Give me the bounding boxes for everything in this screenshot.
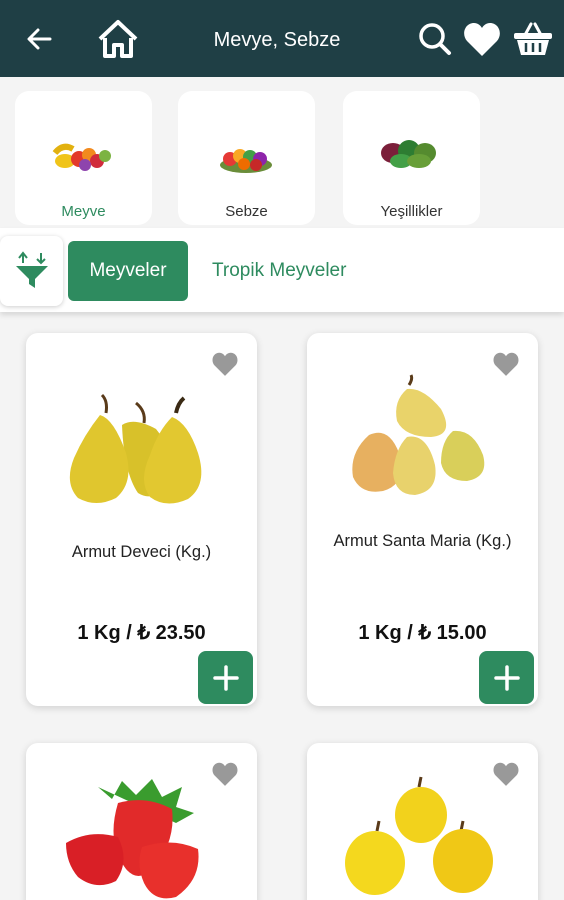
back-arrow-icon	[27, 28, 52, 49]
fruit-icon	[52, 143, 111, 171]
subcategory-tabs: Meyveler Tropik Meyveler	[0, 228, 564, 312]
plus-icon	[212, 664, 239, 691]
product-price: 1 Kg / ₺ 15.00	[358, 622, 487, 644]
search-button[interactable]	[416, 0, 454, 77]
tab-tropik-meyveler[interactable]: Tropik Meyveler	[212, 241, 346, 301]
basket-icon	[514, 22, 552, 55]
favorites-button[interactable]	[460, 0, 504, 77]
category-label: Yeşillikler	[380, 203, 443, 220]
category-strip: Meyve Sebze Yeşillikler	[0, 77, 564, 227]
category-yesillikler[interactable]: Yeşillikler	[343, 91, 480, 225]
apple-icon	[345, 776, 493, 895]
top-bar: Mevye, Sebze	[0, 0, 564, 77]
product-card[interactable]	[307, 743, 538, 900]
pear-icon	[352, 374, 485, 495]
vegetable-icon	[220, 149, 272, 173]
filter-button[interactable]	[0, 236, 63, 306]
product-card[interactable]: Armut Deveci (Kg.) 1 Kg / ₺ 23.50	[26, 333, 257, 706]
plus-icon	[493, 664, 520, 691]
tab-meyveler[interactable]: Meyveler	[68, 241, 188, 301]
category-meyve[interactable]: Meyve	[15, 91, 152, 225]
product-name: Armut Deveci (Kg.)	[71, 543, 212, 561]
home-button[interactable]	[94, 0, 142, 77]
page-title: Mevye, Sebze	[213, 29, 341, 51]
home-icon	[98, 19, 138, 58]
product-card[interactable]	[26, 743, 257, 900]
add-to-cart-button[interactable]	[479, 651, 534, 704]
filter-sort-icon	[15, 251, 48, 288]
greens-icon	[381, 140, 436, 168]
add-to-cart-button[interactable]	[198, 651, 253, 704]
search-icon	[419, 22, 451, 55]
pear-icon	[69, 393, 202, 504]
basket-button[interactable]	[512, 0, 554, 77]
back-button[interactable]	[18, 0, 60, 77]
product-price: 1 Kg / ₺ 23.50	[77, 622, 206, 644]
category-label: Meyve	[61, 203, 106, 220]
category-sebze[interactable]: Sebze	[178, 91, 315, 225]
category-label: Sebze	[225, 203, 268, 220]
product-card[interactable]: Armut Santa Maria (Kg.) 1 Kg / ₺ 15.00	[307, 333, 538, 706]
strawberry-icon	[66, 779, 199, 899]
product-name: Armut Santa Maria (Kg.)	[333, 532, 512, 550]
heart-icon	[464, 22, 500, 56]
